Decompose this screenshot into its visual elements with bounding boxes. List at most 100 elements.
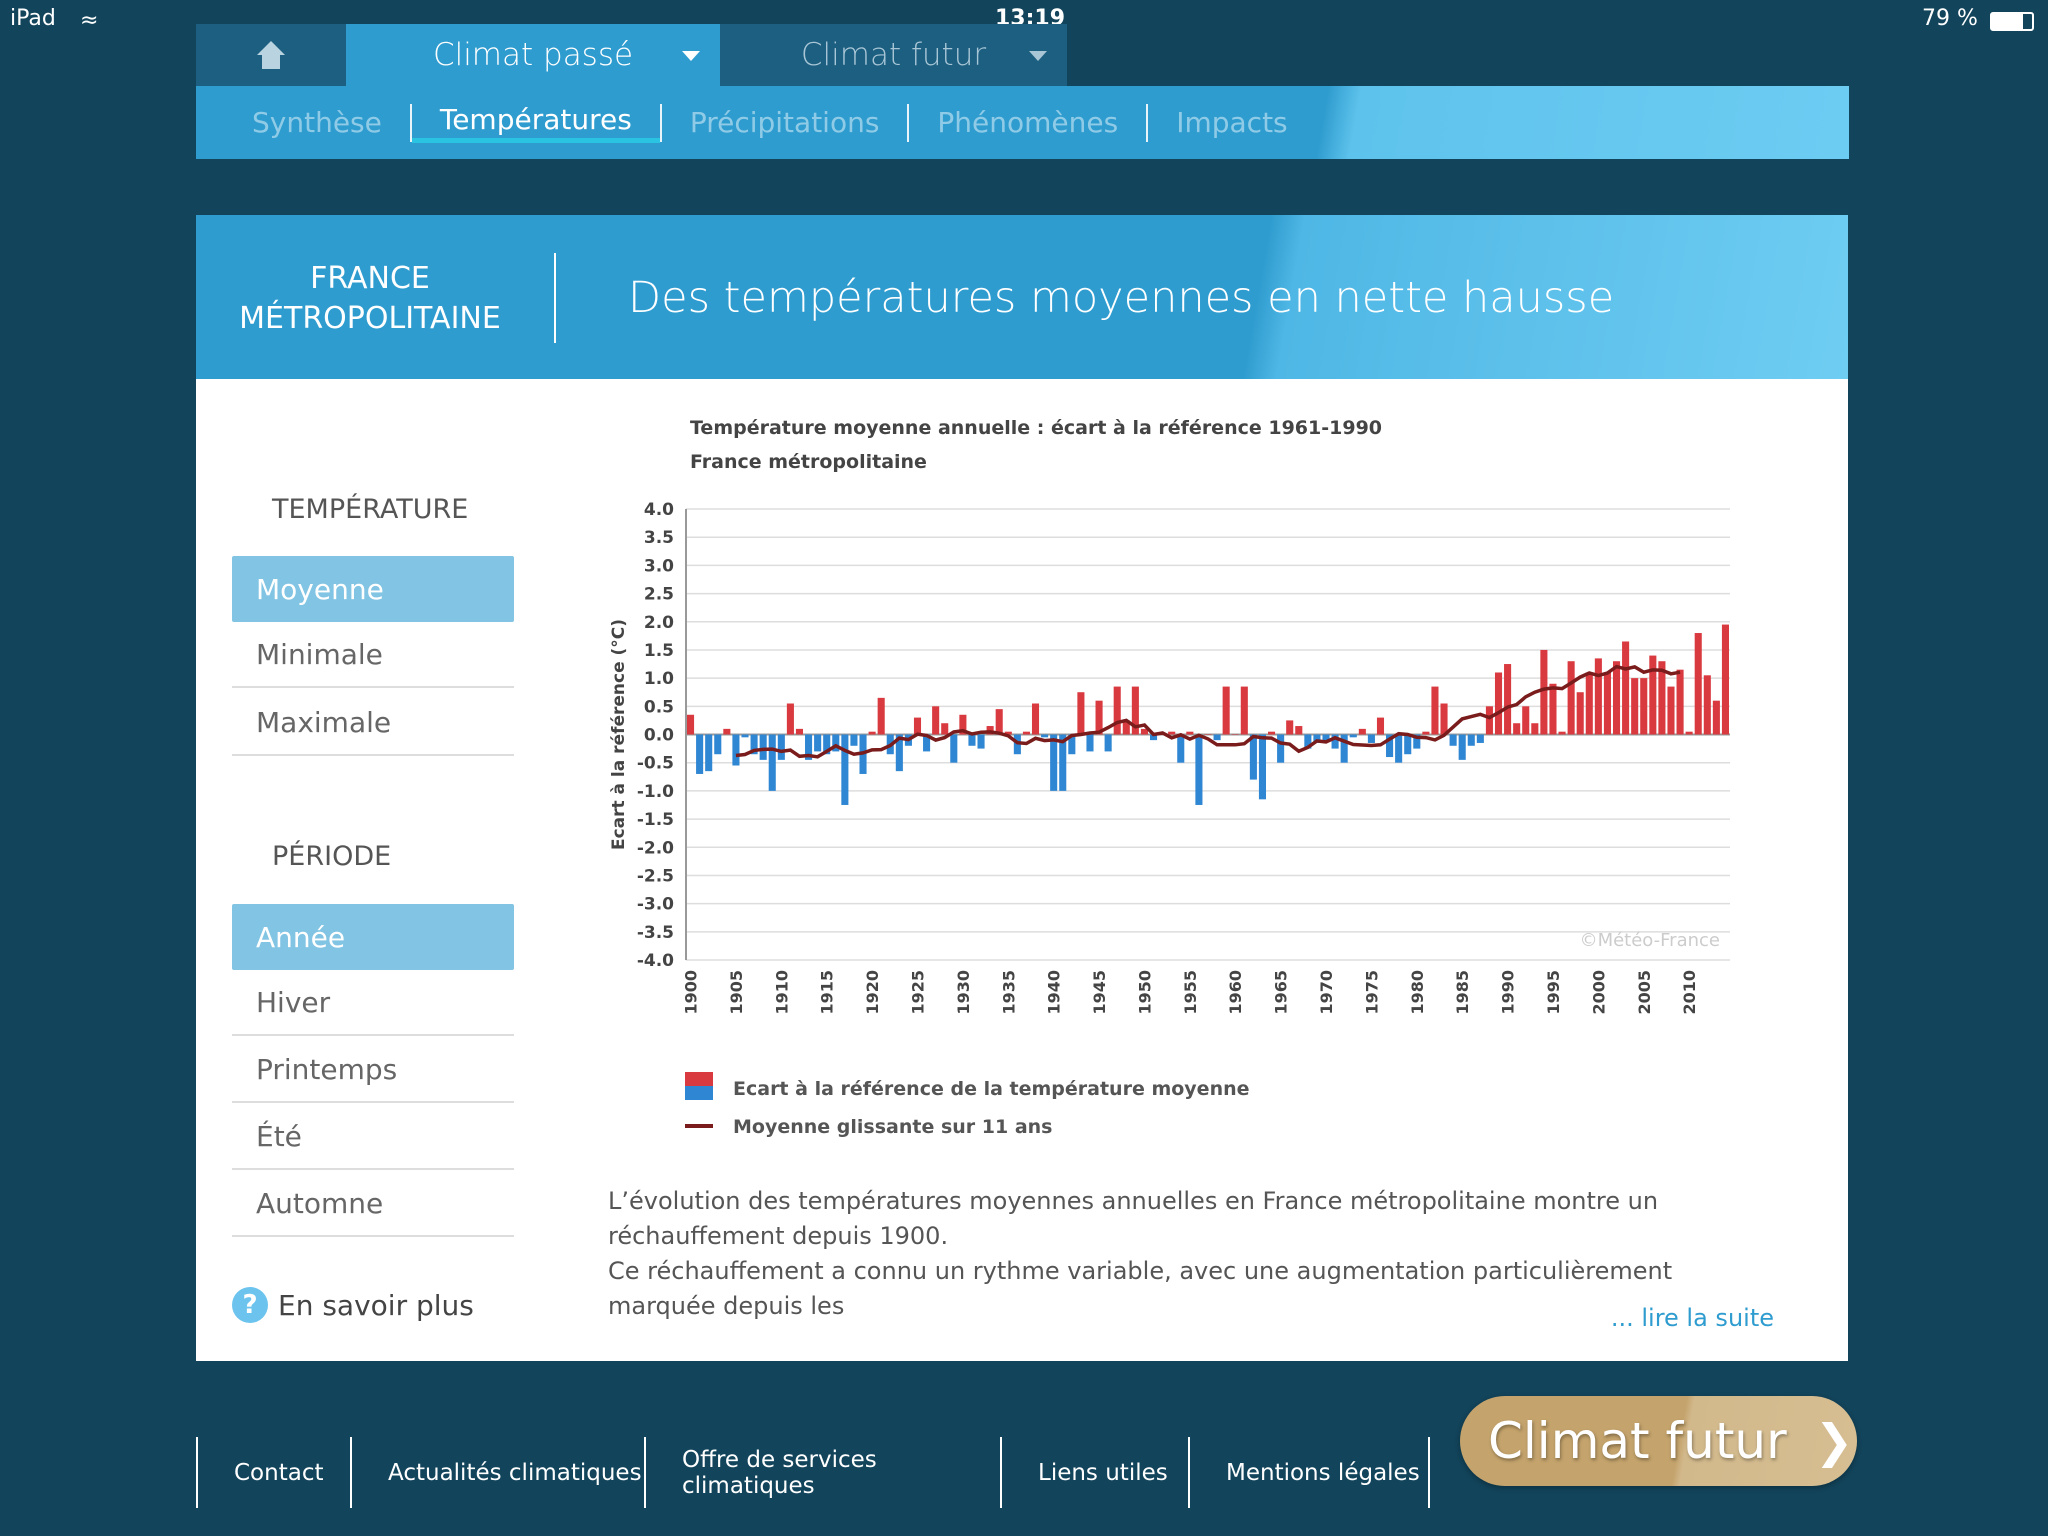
legend-label: Moyenne glissante sur 11 ans xyxy=(733,1116,1053,1138)
footer-mentions-legales[interactable]: Mentions légales xyxy=(1188,1437,1430,1508)
home-tab[interactable] xyxy=(196,24,346,86)
footer-contact[interactable]: Contact xyxy=(196,1437,350,1508)
y-tick-label: 3.0 xyxy=(644,556,674,576)
footer-label: Liens utiles xyxy=(1038,1459,1168,1486)
bar-1932 xyxy=(977,734,985,749)
footer-liens-utiles[interactable]: Liens utiles xyxy=(1000,1437,1188,1508)
chevron-right-icon: ❯ xyxy=(1814,1414,1854,1468)
bar-1906 xyxy=(741,734,749,738)
bar-1938 xyxy=(1031,703,1040,735)
x-tick-label: 1965 xyxy=(1272,970,1291,1015)
y-tick-label: -2.0 xyxy=(637,838,674,858)
subnav-phenomenes[interactable]: Phénomènes xyxy=(909,106,1146,139)
bar-1940 xyxy=(1050,734,1058,791)
chart-subtitle: France métropolitaine xyxy=(690,451,927,473)
bar-1955 xyxy=(1186,731,1194,735)
subnav-precipitations[interactable]: Précipitations xyxy=(662,106,908,139)
region-label: FRANCE MÉTROPOLITAINE xyxy=(196,259,544,339)
bar-1920 xyxy=(868,731,876,735)
bar-1944 xyxy=(1086,734,1094,752)
bar-2004 xyxy=(1631,678,1639,735)
x-tick-label: 1960 xyxy=(1226,970,1245,1015)
footer-offre-services[interactable]: Offre de services climatiques xyxy=(644,1437,1000,1508)
sidebar-item-annee[interactable]: Année xyxy=(232,904,514,970)
bar-1985 xyxy=(1458,734,1466,760)
bar-1989 xyxy=(1494,672,1503,735)
x-tick-label: 1995 xyxy=(1544,970,1563,1015)
y-tick-label: 2.0 xyxy=(644,613,674,633)
cta-label: Climat futur xyxy=(1488,1412,1787,1470)
bar-2003 xyxy=(1622,641,1630,735)
bar-1976 xyxy=(1376,717,1385,735)
y-tick-label: 3.5 xyxy=(644,528,674,548)
x-tick-label: 1945 xyxy=(1090,970,1109,1015)
bar-1981 xyxy=(1422,731,1430,735)
status-device: iPad xyxy=(10,6,56,31)
sidebar-item-printemps[interactable]: Printemps xyxy=(232,1037,514,1103)
legend-swatch-negative xyxy=(685,1086,713,1100)
description-line: Ce réchauffement a connu un rythme varia… xyxy=(608,1257,1673,1320)
bar-1953 xyxy=(1168,731,1176,735)
x-tick-label: 1970 xyxy=(1317,970,1336,1015)
bar-1928 xyxy=(941,723,949,735)
legend-swatch-positive xyxy=(685,1072,713,1086)
sidebar-item-minimale[interactable]: Minimale xyxy=(232,622,514,688)
bar-2010 xyxy=(1685,731,1693,735)
bar-1943 xyxy=(1077,692,1085,735)
bar-1983 xyxy=(1440,703,1448,735)
description: L’évolution des températures moyennes an… xyxy=(608,1184,1776,1324)
page-title: Des températures moyennes en nette hauss… xyxy=(628,273,1615,323)
bar-1986 xyxy=(1467,734,1475,746)
tab-climat-futur[interactable]: Climat futur xyxy=(720,24,1067,86)
bar-1988 xyxy=(1485,706,1493,735)
bar-2009 xyxy=(1676,669,1684,735)
sidebar-item-maximale[interactable]: Maximale xyxy=(232,690,514,756)
sidebar-item-hiver[interactable]: Hiver xyxy=(232,970,514,1036)
more-info-link[interactable]: ? En savoir plus xyxy=(232,1287,474,1323)
x-tick-label: 1920 xyxy=(863,970,882,1015)
sidebar-item-moyenne[interactable]: Moyenne xyxy=(232,556,514,622)
y-tick-label: -2.5 xyxy=(637,866,674,886)
footer-label: Offre de services climatiques xyxy=(682,1446,877,1499)
bar-1937 xyxy=(1022,731,1030,735)
subnav-synthese[interactable]: Synthèse xyxy=(224,106,410,139)
tab-label: Climat futur xyxy=(800,37,987,73)
tab-climat-passe[interactable]: Climat passé xyxy=(346,24,720,86)
bar-1901 xyxy=(696,734,704,774)
x-tick-label: 1905 xyxy=(727,970,746,1015)
bar-1911 xyxy=(786,703,794,735)
y-tick-label: -0.5 xyxy=(637,754,674,774)
climat-futur-button[interactable]: Climat futur ❯ xyxy=(1460,1396,1857,1486)
bar-1947 xyxy=(1113,686,1121,735)
bar-1979 xyxy=(1404,734,1412,755)
legend-label: Ecart à la référence de la température m… xyxy=(733,1078,1250,1100)
bar-1990 xyxy=(1504,664,1512,735)
bar-1908 xyxy=(759,734,767,760)
battery-icon xyxy=(1990,12,2034,31)
read-more-link[interactable]: ... lire la suite xyxy=(1611,1304,1774,1332)
subnav-impacts[interactable]: Impacts xyxy=(1148,106,1315,139)
bar-1918 xyxy=(850,734,858,746)
y-tick-label: -1.0 xyxy=(637,782,674,802)
x-tick-label: 1935 xyxy=(999,970,1018,1015)
y-tick-label: 1.5 xyxy=(644,641,674,661)
bar-1994 xyxy=(1540,649,1548,735)
bar-1959 xyxy=(1222,686,1230,735)
bar-1917 xyxy=(841,734,849,805)
bar-2014 xyxy=(1721,624,1729,735)
x-tick-label: 2010 xyxy=(1680,970,1699,1015)
bar-1964 xyxy=(1268,731,1276,735)
home-icon xyxy=(257,41,285,69)
sidebar-item-automne[interactable]: Automne xyxy=(232,1171,514,1237)
bar-1967 xyxy=(1295,726,1303,735)
period-heading: PÉRIODE xyxy=(272,841,392,872)
footer-label: Actualités climatiques xyxy=(388,1459,642,1486)
x-tick-label: 1975 xyxy=(1362,970,1381,1015)
bar-2006 xyxy=(1649,655,1657,735)
bar-1996 xyxy=(1558,731,1566,735)
sidebar-item-ete[interactable]: Été xyxy=(232,1104,514,1170)
footer-actualites[interactable]: Actualités climatiques xyxy=(350,1437,644,1508)
y-axis-label: Ecart à la référence (°C) xyxy=(609,619,629,850)
bar-1910 xyxy=(777,734,785,760)
subnav-temperatures[interactable]: Températures xyxy=(411,103,660,143)
